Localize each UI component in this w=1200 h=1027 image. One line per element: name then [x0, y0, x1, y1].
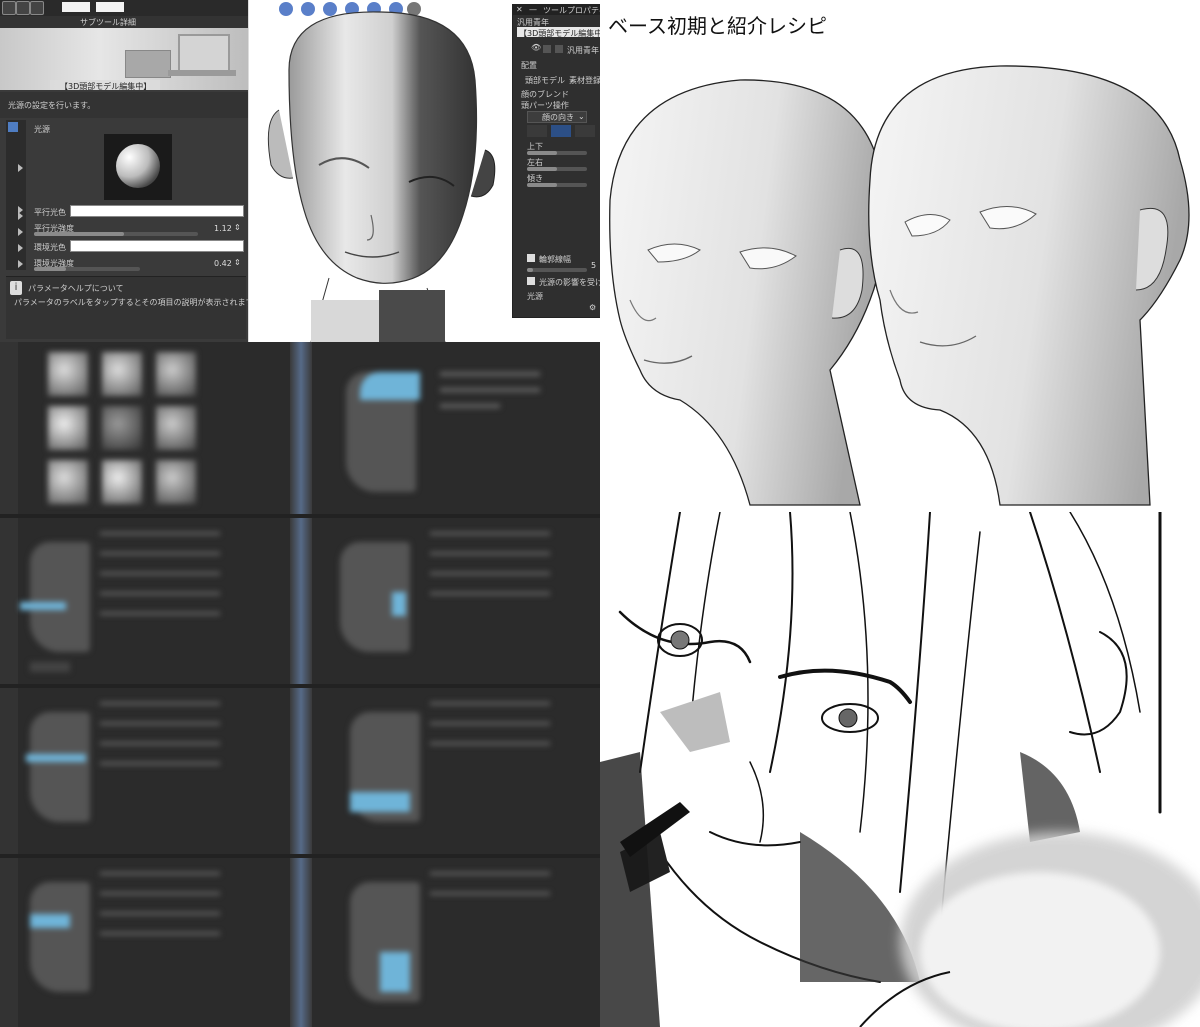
face-part-icons — [527, 125, 597, 137]
mode-banner-image: 【3D頭部モデル編集中】 — [0, 28, 248, 91]
light-source-label[interactable]: 光源 — [527, 291, 543, 302]
wrench-icon[interactable]: ⚙ — [589, 303, 596, 312]
minimize-icon[interactable]: — — [529, 5, 537, 14]
play-icon[interactable] — [2, 1, 16, 15]
material-register-button[interactable]: 素材登録 — [569, 75, 601, 86]
expand-icon[interactable] — [18, 260, 23, 268]
recipe-panel — [330, 362, 590, 502]
laptop-base-shape — [168, 70, 236, 76]
eye-icon[interactable]: 👁 — [531, 43, 541, 52]
recipe-panel — [20, 522, 280, 672]
subtool-detail-panel: サブツール詳細 【3D頭部モデル編集中】 光源の設定を行います。 光源 平行光色… — [0, 0, 261, 342]
tool-property-title: ツールプロパティ — [543, 6, 607, 15]
stepper-icon[interactable]: ⇕ — [234, 258, 241, 267]
toolbar-field-1[interactable] — [62, 2, 90, 12]
parallel-light-color-swatch[interactable] — [70, 205, 244, 217]
row-separator — [0, 854, 600, 858]
parallel-light-intensity-slider[interactable] — [34, 232, 198, 236]
toggle-box[interactable] — [555, 45, 563, 53]
help-text: パラメータのラベルをタップするとその項目の説明が表示されます。 — [14, 298, 261, 307]
book-stack-shape — [125, 50, 171, 78]
param-label[interactable]: 平行光色 — [34, 207, 66, 218]
face-part-right-icon[interactable] — [575, 125, 595, 137]
record-icon[interactable] — [30, 1, 44, 15]
recipe-panel — [330, 862, 590, 1022]
recipe-panel — [20, 862, 280, 1022]
light-influence-checkbox[interactable] — [527, 277, 535, 285]
category-column — [6, 120, 26, 270]
face-part-left-icon[interactable] — [527, 125, 547, 137]
help-box: i パラメータヘルプについて パラメータのラベルをタップするとその項目の説明が表… — [6, 276, 261, 339]
visibility-label: 汎用青年 — [567, 46, 599, 55]
outline-width-slider[interactable] — [527, 268, 587, 272]
recipe-thumbnails — [48, 352, 198, 507]
face-direction-value: 顔の向き — [542, 113, 574, 122]
category-light-selected[interactable] — [8, 122, 18, 132]
expand-icon[interactable] — [18, 164, 23, 172]
tool-property-panel: ✕ — ツールプロパティ 汎用青年 【3D頭部モデル編集中】 👁 汎用青年 配置… — [512, 4, 611, 318]
head-comparison: ベース初期と紹介レシピ — [600, 0, 1200, 512]
manga-illustration — [600, 512, 1200, 1027]
row-separator — [0, 514, 600, 518]
head-model-label: 頭部モデル — [525, 76, 565, 85]
face-part-center-icon[interactable] — [551, 125, 571, 137]
mode-banner-label: 【3D頭部モデル編集中】 — [519, 29, 611, 38]
stepper-icon[interactable]: ⇕ — [234, 223, 241, 232]
param-label[interactable]: 環境光色 — [34, 242, 66, 253]
stop-icon[interactable] — [16, 1, 30, 15]
param-value: 0.42 — [214, 259, 232, 268]
recipe-panel — [20, 692, 280, 842]
face-blend-section[interactable]: 顔のブレンド — [521, 89, 569, 100]
toggle-box[interactable] — [543, 45, 551, 53]
expand-icon[interactable] — [18, 244, 23, 252]
arrangement-section[interactable]: 配置 — [521, 60, 537, 71]
light-sphere — [116, 144, 160, 188]
chevron-down-icon: ⌄ — [578, 112, 585, 121]
top-toolbar — [0, 0, 248, 16]
outline-width-label: 輪郭線幅 — [539, 255, 571, 264]
face-direction-select[interactable]: 顔の向き ⌄ — [527, 111, 587, 123]
head-model-front — [267, 11, 496, 342]
description-row: 光源の設定を行います。 — [0, 92, 248, 118]
description-text: 光源の設定を行います。 — [8, 101, 96, 110]
outline-width-value: 5 — [591, 261, 597, 270]
param-value: 1.12 — [214, 224, 232, 233]
recipe-panel — [330, 522, 590, 672]
tool-property-header: ✕ — ツールプロパティ — [513, 5, 607, 15]
recipe-panel — [330, 692, 590, 842]
section-label-light: 光源 — [34, 125, 50, 134]
outline-checkbox[interactable] — [527, 254, 535, 262]
toolbar-field-2[interactable] — [96, 2, 124, 12]
ambient-light-color-swatch[interactable] — [70, 240, 244, 252]
expand-icon[interactable] — [18, 228, 23, 236]
panel-header-title: サブツール詳細 — [80, 18, 136, 27]
close-icon[interactable]: ✕ — [516, 5, 523, 14]
expand-icon[interactable] — [18, 212, 23, 220]
tilt-slider[interactable] — [527, 183, 587, 187]
head-renders — [609, 65, 1190, 506]
help-title: パラメータヘルプについて — [28, 284, 124, 293]
left-right-slider[interactable] — [527, 167, 587, 171]
row-separator — [0, 684, 600, 688]
head-parts-section[interactable]: 頭パーツ操作 — [521, 100, 569, 111]
mode-banner-label: 【3D頭部モデル編集中】 — [60, 82, 152, 91]
info-icon: i — [10, 281, 22, 295]
canvas-3d-head[interactable] — [248, 0, 511, 342]
laptop-shape — [178, 34, 230, 72]
light-preview[interactable] — [104, 134, 172, 200]
recipe-grid — [0, 342, 600, 1027]
manga-linework — [600, 512, 1200, 1027]
up-down-slider[interactable] — [527, 151, 587, 155]
ambient-light-intensity-slider[interactable] — [34, 267, 140, 271]
